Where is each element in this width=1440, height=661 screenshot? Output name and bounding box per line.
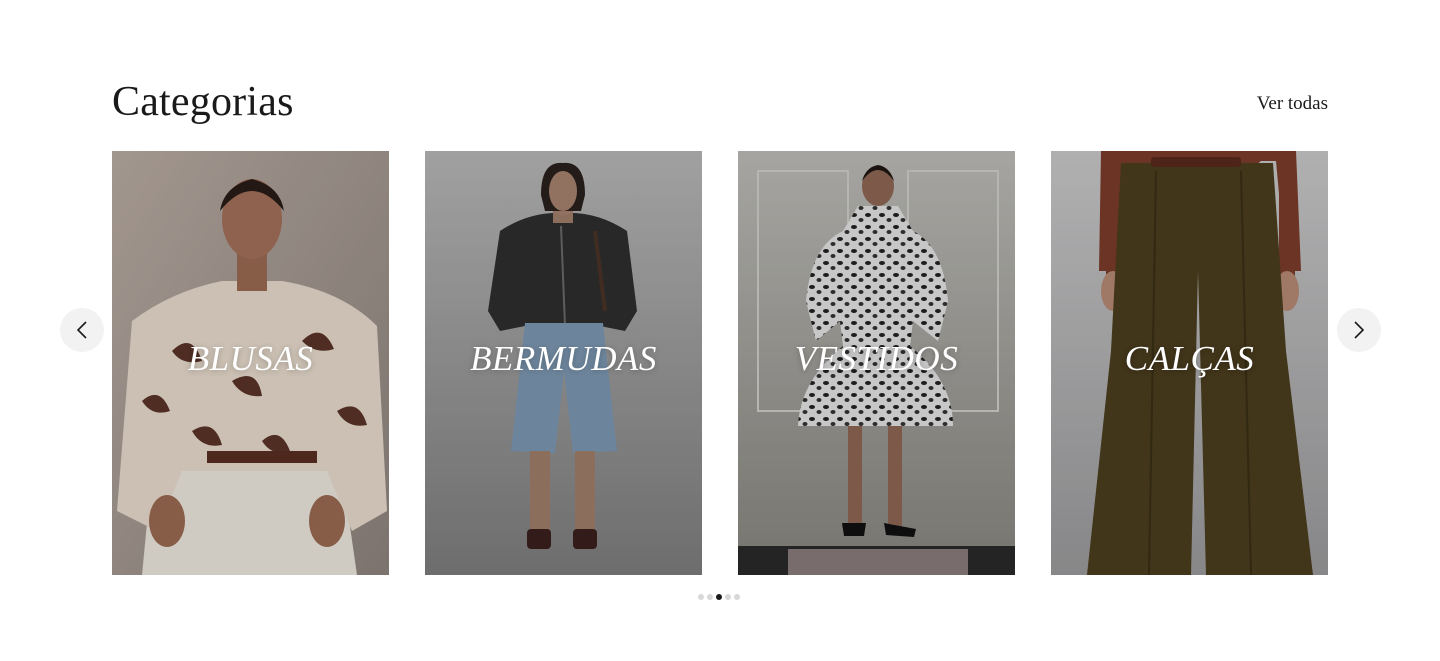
category-label: CALÇAS [1124, 339, 1255, 378]
category-label: BLUSAS [187, 339, 314, 378]
pagination-dot[interactable] [725, 594, 731, 600]
category-label: VESTIDOS [794, 339, 959, 378]
carousel-prev-button[interactable] [60, 308, 104, 352]
chevron-right-icon [1354, 321, 1365, 339]
category-card-blusas[interactable]: BLUSAS [112, 151, 389, 575]
chevron-left-icon [76, 321, 87, 339]
category-label: BERMUDAS [470, 339, 657, 378]
pagination-dot[interactable] [734, 594, 740, 600]
carousel-next-button[interactable] [1337, 308, 1381, 352]
view-all-link[interactable]: Ver todas [1257, 93, 1328, 115]
category-carousel: BLUSAS BERMUDAS VESTIDOS CALÇAS [112, 151, 1328, 575]
carousel-pagination [698, 594, 740, 600]
category-card-calcas[interactable]: CALÇAS [1051, 151, 1328, 575]
category-card-bermudas[interactable]: BERMUDAS [425, 151, 702, 575]
pagination-dot[interactable] [707, 594, 713, 600]
section-title: Categorias [112, 79, 294, 125]
pagination-dot[interactable] [698, 594, 704, 600]
category-card-vestidos[interactable]: VESTIDOS [738, 151, 1015, 575]
pagination-dot-active[interactable] [716, 594, 722, 600]
